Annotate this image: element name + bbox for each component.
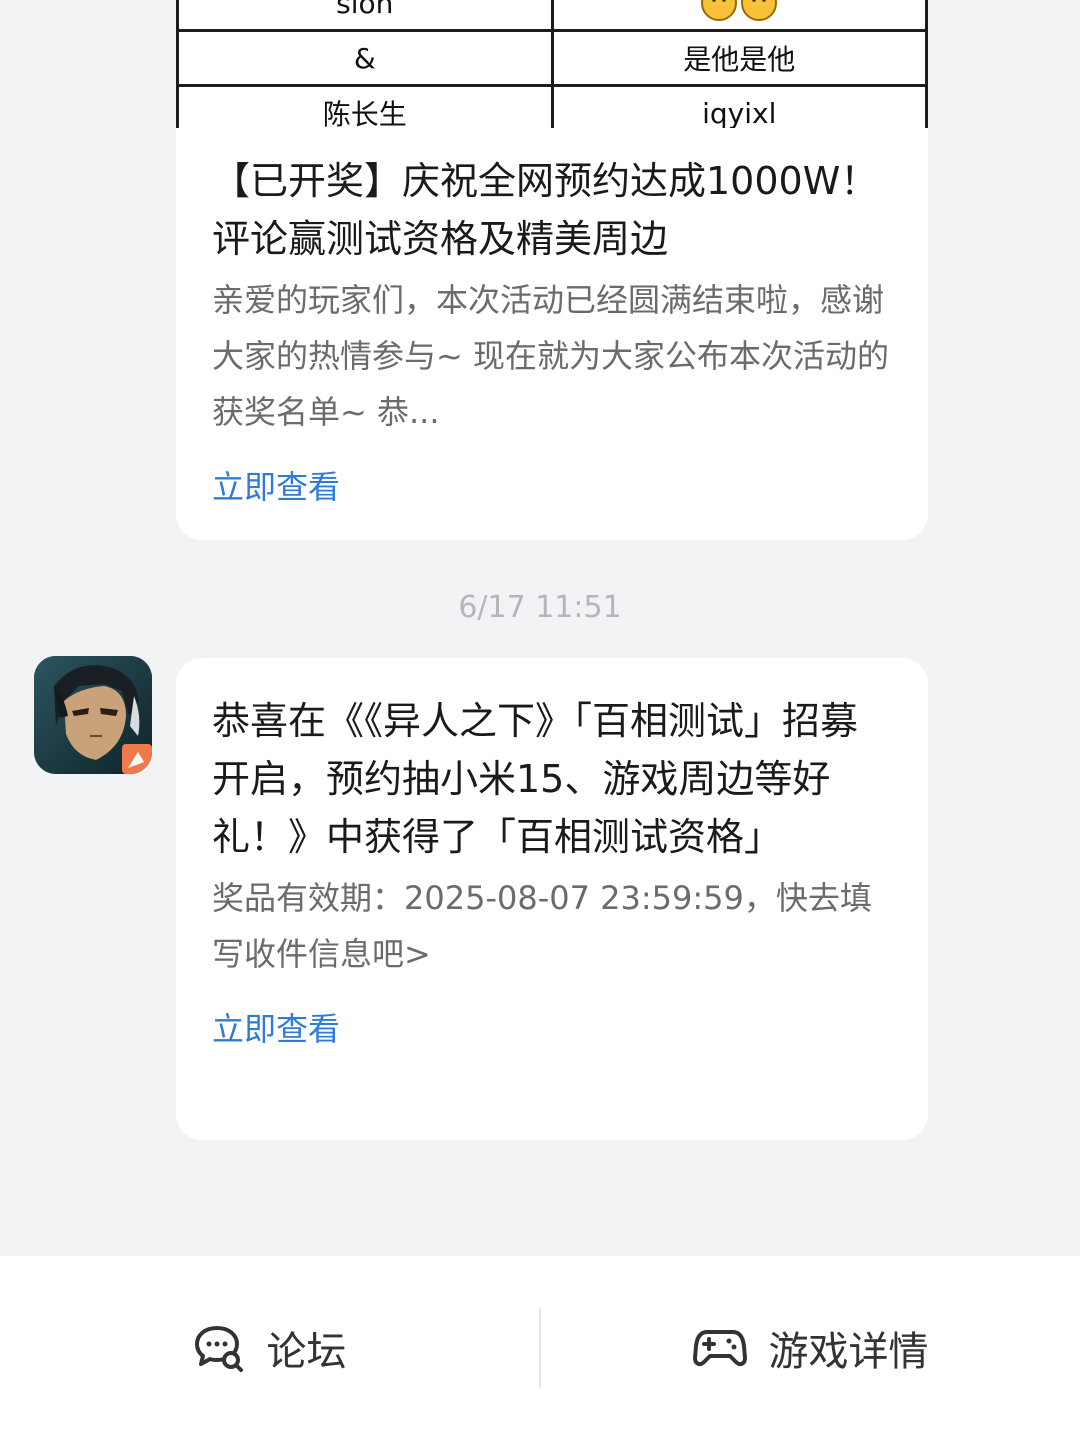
message-title: 恭喜在《《异人之下》「百相测试」招募开启，预约抽小米15、游戏周边等好礼！》中获… xyxy=(212,699,859,859)
emoji-face-icon xyxy=(741,0,778,21)
game-details-button[interactable]: 游戏详情 xyxy=(541,1256,1080,1440)
table-cell-emoji xyxy=(550,0,928,32)
message-title: 【已开奖】庆祝全网预约达成1000W！评论赢测试资格及精美周边 xyxy=(212,159,879,261)
game-avatar-icon xyxy=(34,656,152,774)
message-timestamp: 6/17 11:51 xyxy=(458,590,622,625)
emoji-face-icon xyxy=(701,0,738,21)
table-cell: 是他是他 xyxy=(550,29,928,87)
message-description: 亲爱的玩家们，本次活动已经圆满结束啦，感谢大家的热情参与~ 现在就为大家公布本次… xyxy=(212,281,889,431)
table-cell: iqyixl xyxy=(550,84,928,128)
view-now-link[interactable]: 立即查看 xyxy=(212,1004,340,1050)
bottom-action-bar: 论坛 游戏详情 xyxy=(0,1256,1080,1440)
message-description: 奖品有效期：2025-08-07 23:59:59，快去填写收件信息吧> xyxy=(212,879,872,973)
winner-table: sion & 是他是他 陈长生 iqyixl xyxy=(176,0,928,128)
forum-label: 论坛 xyxy=(266,1329,347,1375)
forum-chat-icon xyxy=(194,1326,243,1372)
message-card[interactable]: 恭喜在《《异人之下》「百相测试」招募开启，预约抽小米15、游戏周边等好礼！》中获… xyxy=(176,658,928,1140)
winner-table-image: sion & 是他是他 陈长生 iqyixl xyxy=(0,0,1080,128)
table-row: & 是他是他 xyxy=(176,29,928,87)
table-cell: 陈长生 xyxy=(176,84,554,128)
gamepad-icon xyxy=(692,1330,747,1367)
view-now-link[interactable]: 立即查看 xyxy=(212,462,340,508)
table-row: sion xyxy=(176,0,928,32)
message-card[interactable]: 【已开奖】庆祝全网预约达成1000W！评论赢测试资格及精美周边 亲爱的玩家们，本… xyxy=(176,128,928,540)
game-details-label: 游戏详情 xyxy=(768,1329,929,1375)
game-avatar[interactable] xyxy=(34,656,152,774)
table-cell: sion xyxy=(176,0,554,32)
forum-button[interactable]: 论坛 xyxy=(0,1256,539,1440)
table-cell: & xyxy=(176,29,554,87)
message-page: sion & 是他是他 陈长生 iqyixl 【已开奖】庆祝全网预约达成1000… xyxy=(0,0,1080,1440)
table-row: 陈长生 iqyixl xyxy=(176,84,928,128)
